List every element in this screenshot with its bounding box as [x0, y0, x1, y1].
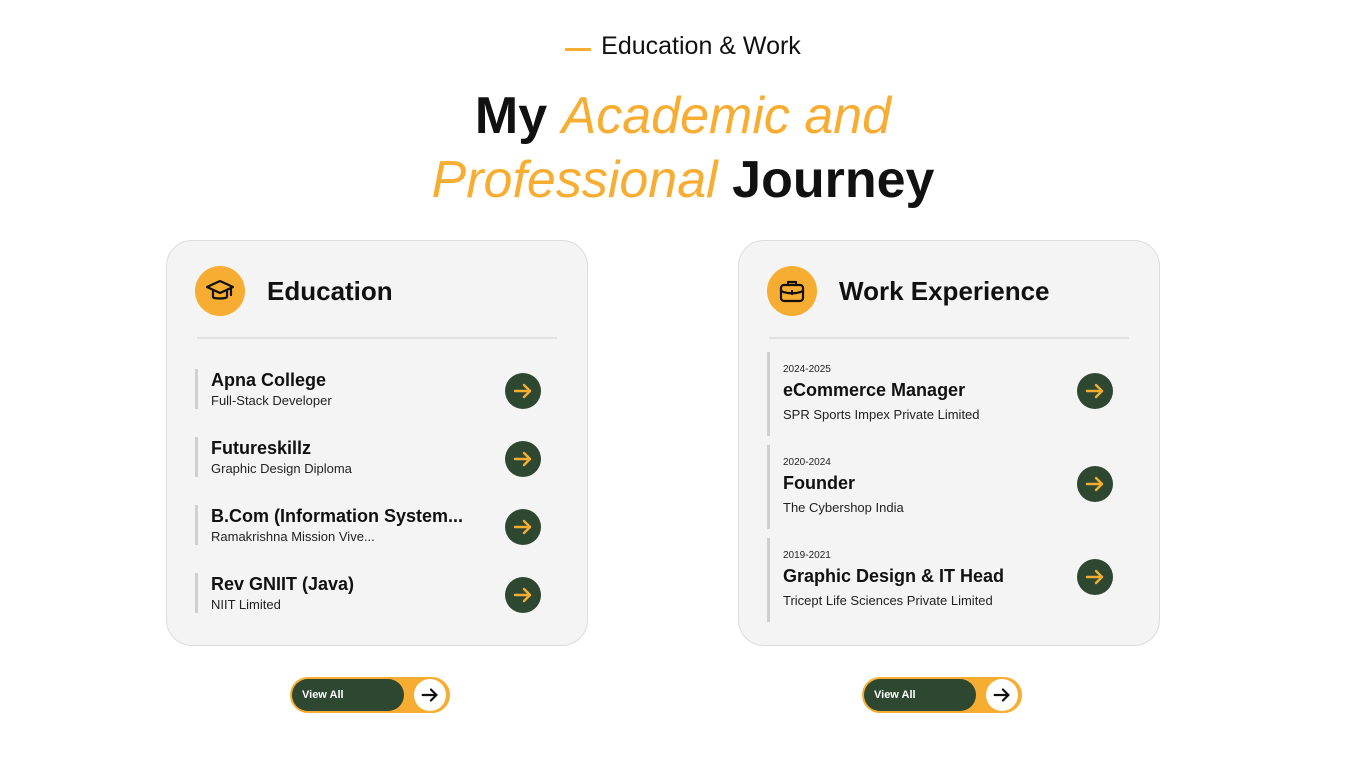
section-headline: My Academic and Professional Journey	[0, 84, 1366, 212]
education-item-arrow-button[interactable]	[505, 441, 541, 477]
education-item: Rev GNIIT (Java) NIIT Limited	[195, 573, 541, 613]
arrow-right-icon	[513, 383, 532, 399]
education-divider	[197, 337, 557, 339]
headline-plain-2: Journey	[732, 151, 935, 209]
work-item: 2024-2025 eCommerce Manager SPR Sports I…	[767, 352, 1113, 436]
education-item-arrow-button[interactable]	[505, 577, 541, 613]
work-divider	[769, 337, 1129, 339]
arrow-right-icon	[1085, 383, 1104, 399]
work-card-title: Work Experience	[839, 275, 1050, 306]
work-item-title: Graphic Design & IT Head	[783, 566, 1005, 586]
education-item-subtitle: Ramakrishna Mission Vive...	[211, 529, 375, 544]
education-item-arrow-button[interactable]	[505, 509, 541, 545]
work-item-arrow-button[interactable]	[1077, 373, 1113, 409]
headline-plain-1: My	[474, 87, 548, 145]
work-item-subtitle: The Cybershop India	[783, 500, 904, 515]
education-item-title: Apna College	[211, 370, 327, 390]
education-item-subtitle: Full-Stack Developer	[211, 393, 332, 408]
graduation-cap-icon	[195, 266, 245, 316]
headline-line-1: My Academic and	[0, 84, 1366, 148]
education-card: Education Apna College Full-Stack Develo…	[166, 240, 588, 646]
work-item-title: Founder	[783, 473, 855, 493]
education-card-title: Education	[267, 275, 393, 306]
work-item-arrow-button[interactable]	[1077, 559, 1113, 595]
education-item-subtitle: Graphic Design Diploma	[211, 461, 352, 476]
education-item-title: B.Com (Information System...	[211, 506, 464, 526]
work-item-date: 2020-2024	[783, 457, 831, 468]
education-item-arrow-button[interactable]	[505, 373, 541, 409]
work-item-date: 2024-2025	[783, 364, 831, 375]
education-item: B.Com (Information System... Ramakrishna…	[195, 505, 541, 545]
eyebrow-text: Education & Work	[601, 32, 801, 60]
arrow-right-icon	[1085, 476, 1104, 492]
view-all-label: View All	[292, 679, 404, 711]
arrow-right-icon	[513, 587, 532, 603]
work-item-date: 2019-2021	[783, 550, 831, 561]
education-item-subtitle: NIIT Limited	[211, 597, 281, 612]
work-item-arrow-button[interactable]	[1077, 466, 1113, 502]
education-item-title: Futureskillz	[211, 438, 312, 458]
headline-accent-1: Academic and	[561, 87, 892, 145]
arrow-right-icon	[1085, 569, 1104, 585]
work-view-all-button[interactable]: View All	[862, 677, 1022, 713]
education-item-title: Rev GNIIT (Java)	[211, 574, 355, 594]
work-experience-card: Work Experience 2024-2025 eCommerce Mana…	[738, 240, 1160, 646]
education-card-header: Education	[195, 266, 559, 316]
headline-accent-2: Professional	[431, 151, 718, 209]
eyebrow-dash	[565, 47, 592, 51]
view-all-arrow-circle	[414, 679, 446, 711]
work-card-header: Work Experience	[767, 266, 1131, 316]
arrow-right-icon	[513, 451, 532, 467]
work-item: 2019-2021 Graphic Design & IT Head Trice…	[767, 538, 1113, 622]
education-item: Futureskillz Graphic Design Diploma	[195, 437, 541, 477]
arrow-right-icon	[513, 519, 532, 535]
work-item-title: eCommerce Manager	[783, 380, 966, 400]
view-all-label: View All	[864, 679, 976, 711]
arrow-right-icon	[993, 688, 1010, 702]
view-all-arrow-circle	[986, 679, 1018, 711]
briefcase-icon	[767, 266, 817, 316]
education-view-all-button[interactable]: View All	[290, 677, 450, 713]
headline-line-2: Professional Journey	[0, 148, 1366, 212]
education-item: Apna College Full-Stack Developer	[195, 369, 541, 409]
work-item-subtitle: Tricept Life Sciences Private Limited	[783, 593, 993, 608]
arrow-right-icon	[421, 688, 438, 702]
work-item-subtitle: SPR Sports Impex Private Limited	[783, 407, 980, 422]
section-eyebrow: Education & Work	[0, 30, 1366, 62]
work-item: 2020-2024 Founder The Cybershop India	[767, 445, 1113, 529]
